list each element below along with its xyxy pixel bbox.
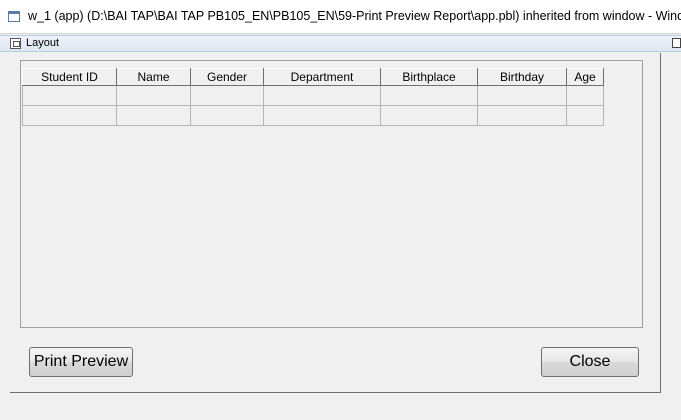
column-header-department[interactable]: Department [263,68,381,86]
table-cell[interactable] [380,105,478,126]
layout-icon [10,38,21,49]
maximize-icon[interactable] [672,38,681,48]
table-row[interactable] [22,85,604,106]
table-row[interactable] [22,105,604,126]
grid-header-row: Student ID Name Gender Department Birthp… [22,68,604,86]
table-cell[interactable] [116,85,191,106]
table-cell[interactable] [566,85,604,106]
table-cell[interactable] [190,105,264,126]
column-header-age[interactable]: Age [566,68,604,86]
window-icon [8,11,20,22]
table-cell[interactable] [566,105,604,126]
column-header-birthplace[interactable]: Birthplace [380,68,478,86]
table-cell[interactable] [263,105,381,126]
table-cell[interactable] [380,85,478,106]
window-title-bar: w_1 (app) (D:\BAI TAP\BAI TAP PB105_EN\P… [0,0,681,34]
student-grid[interactable]: Student ID Name Gender Department Birthp… [22,68,604,126]
table-cell[interactable] [477,105,567,126]
column-header-birthday[interactable]: Birthday [477,68,567,86]
print-preview-button[interactable]: Print Preview [29,347,133,377]
table-cell[interactable] [477,85,567,106]
layout-panel-title: Layout [26,37,60,49]
close-button[interactable]: Close [541,347,639,377]
column-header-gender[interactable]: Gender [190,68,264,86]
table-cell[interactable] [190,85,264,106]
column-header-name[interactable]: Name [116,68,191,86]
table-cell[interactable] [22,105,117,126]
column-header-student-id[interactable]: Student ID [22,68,117,86]
layout-panel-bar: Layout [0,35,681,52]
window-title: w_1 (app) (D:\BAI TAP\BAI TAP PB105_EN\P… [28,9,681,23]
table-cell[interactable] [116,105,191,126]
table-cell[interactable] [263,85,381,106]
table-cell[interactable] [22,85,117,106]
